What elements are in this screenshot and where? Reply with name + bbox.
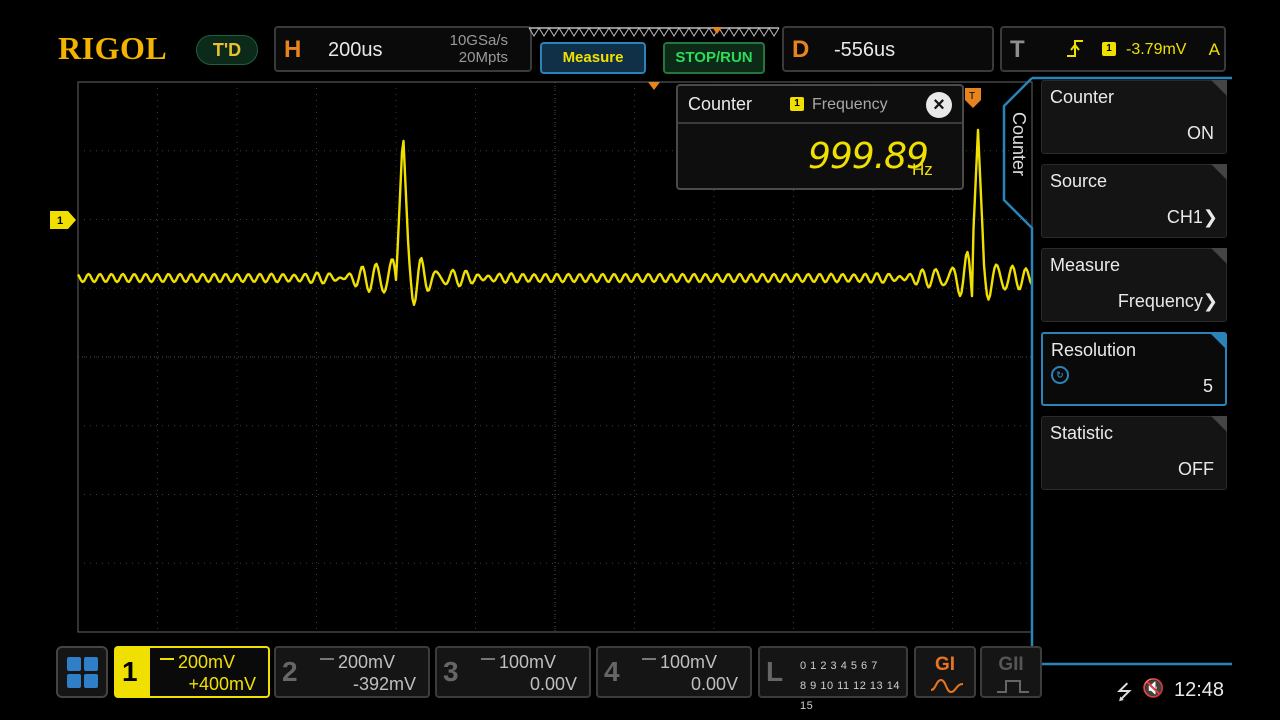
- chevron-right-icon: ❯: [1202, 291, 1218, 311]
- trigger-mode: A: [1208, 40, 1220, 59]
- channel-offset: 0.00V: [529, 674, 577, 694]
- channel-scale: 100mV: [499, 652, 557, 672]
- usb-icon: ⭍: [1116, 682, 1133, 704]
- menu-item-source[interactable]: Source CH1❯: [1041, 164, 1227, 238]
- channel-offset: 0.00V: [690, 674, 738, 694]
- grid-icon: [84, 674, 98, 688]
- logic-analyzer-box[interactable]: L 0 1 2 3 4 5 6 7 8 9 10 11 12 13 14 15: [758, 646, 908, 712]
- close-icon[interactable]: ×: [926, 92, 952, 118]
- channel1-box[interactable]: 1 200mV +400mV: [114, 646, 270, 698]
- menu-corner: [1211, 248, 1227, 264]
- menu-corner: [1211, 80, 1227, 96]
- menu-item-value: OFF: [1178, 459, 1214, 479]
- channel-number: 4: [604, 656, 620, 687]
- counter-reading: 999.89: [808, 136, 929, 177]
- menu-item-label: Measure: [1050, 255, 1121, 275]
- menu-corner: [1210, 333, 1226, 349]
- knob-icon: ↻: [1051, 366, 1069, 384]
- menu-tab-counter[interactable]: Counter: [1004, 108, 1034, 198]
- menu-item-value: 5: [1202, 376, 1213, 396]
- chevron-right-icon: ❯: [1202, 207, 1218, 227]
- channel-scale: 100mV: [660, 652, 718, 672]
- menu-item-measure[interactable]: Measure Frequency❯: [1041, 248, 1227, 322]
- trigger-source-chip: 1: [1102, 42, 1116, 56]
- dc-coupling-icon: [320, 658, 334, 668]
- generator2-button[interactable]: GII: [980, 646, 1042, 698]
- menu-corner: [1211, 416, 1227, 432]
- channel-scale: 200mV: [178, 652, 236, 672]
- measure-value: Frequency: [1117, 291, 1203, 311]
- trigger-time-marker: [648, 82, 660, 90]
- menu-tab-label: Counter: [1009, 112, 1029, 177]
- trigger-position-flag-icon: T: [965, 88, 981, 108]
- generator2-label: GII: [998, 654, 1024, 675]
- sine-wave-icon: [930, 678, 964, 694]
- grid-icon: [67, 657, 81, 671]
- channel1-marker-label: 1: [57, 215, 63, 227]
- menu-item-label: Statistic: [1050, 423, 1114, 443]
- menu-item-resolution[interactable]: Resolution ↻ 5: [1041, 332, 1227, 406]
- channel2-box[interactable]: 2 200mV -392mV: [274, 646, 430, 698]
- channel-offset: +400mV: [188, 674, 256, 694]
- menu-item-statistic[interactable]: Statistic OFF: [1041, 416, 1227, 490]
- channel-number: 1: [122, 656, 138, 687]
- home-menu-button[interactable]: [56, 646, 108, 698]
- menu-item-value: Frequency❯: [1118, 291, 1218, 312]
- menu-corner: [1211, 164, 1227, 180]
- channel-offset: -392mV: [352, 674, 416, 694]
- dc-coupling-icon: [160, 658, 174, 668]
- channel-number: 3: [443, 656, 459, 687]
- counter-channel-chip: 1: [790, 97, 804, 111]
- svg-text:T: T: [969, 91, 975, 102]
- dc-coupling-icon: [642, 658, 656, 668]
- counter-popup[interactable]: Counter 1 Frequency × 999.89 Hz: [676, 84, 964, 190]
- mute-icon: 🔇: [1142, 678, 1165, 698]
- menu-item-value: CH1❯: [1167, 207, 1218, 228]
- counter-type: Frequency: [812, 96, 888, 113]
- square-wave-icon: [997, 680, 1029, 693]
- generator1-label: GI: [934, 654, 956, 675]
- channel3-box[interactable]: 3 100mV 0.00V: [435, 646, 591, 698]
- channel-scale: 200mV: [338, 652, 396, 672]
- menu-item-label: Counter: [1050, 87, 1115, 107]
- clock-time: 12:48: [1174, 679, 1225, 701]
- logic-bits-row2: 8 9 10 11 12 13 14 15: [800, 680, 900, 712]
- popup-divider: [678, 122, 962, 124]
- counter-popup-title: Counter: [688, 94, 753, 114]
- trigger-level: -3.79mV: [1126, 41, 1187, 58]
- generator1-button[interactable]: GI: [914, 646, 976, 698]
- dc-coupling-icon: [481, 658, 495, 668]
- grid-icon: [67, 674, 81, 688]
- menu-item-label: Source: [1050, 171, 1108, 191]
- logic-bits-row1: 0 1 2 3 4 5 6 7: [800, 660, 878, 672]
- channel4-box[interactable]: 4 100mV 0.00V: [596, 646, 752, 698]
- channel1-offset-marker[interactable]: 1: [50, 211, 76, 229]
- menu-item-counter[interactable]: Counter ON: [1041, 80, 1227, 154]
- channel-number: 2: [282, 656, 298, 687]
- rising-edge-icon: [1067, 40, 1083, 57]
- menu-item-value: ON: [1187, 123, 1214, 143]
- logic-letter: L: [766, 656, 784, 687]
- grid-icon: [84, 657, 98, 671]
- source-value: CH1: [1166, 207, 1203, 227]
- logic-channel-map: 0 1 2 3 4 5 6 7 8 9 10 11 12 13 14 15: [800, 656, 906, 716]
- counter-unit: Hz: [912, 160, 933, 179]
- menu-item-label: Resolution: [1051, 340, 1137, 360]
